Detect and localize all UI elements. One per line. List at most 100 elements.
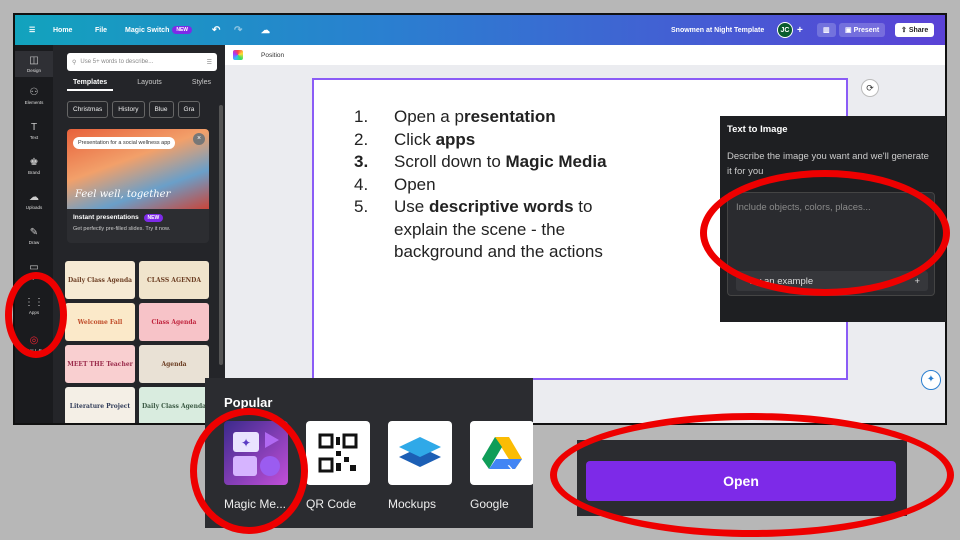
rail-label: Uploads [25, 205, 43, 210]
present-label: Present [853, 27, 880, 34]
promo-prompt: Presentation for a social wellness app [73, 137, 176, 149]
list-item: 2. Click apps [354, 129, 644, 152]
popular-heading: Popular [224, 395, 273, 410]
list-item: 3. Scroll down to Magic Media [354, 151, 644, 174]
rail-item-design[interactable]: ◫ Design [15, 51, 53, 77]
menu-icon[interactable]: ☰ [29, 15, 35, 45]
position-button[interactable]: Position [261, 52, 284, 59]
step-text: Scroll down to Magic Media [394, 152, 607, 171]
close-icon[interactable]: × [193, 133, 205, 145]
undo-icon[interactable]: ↶ [212, 15, 220, 45]
step-number: 5. [354, 197, 369, 216]
magic-switch-button[interactable]: Magic Switch NEW [125, 15, 193, 45]
home-link[interactable]: Home [53, 15, 72, 45]
chevron-right-icon[interactable]: › [507, 458, 513, 479]
template-thumb[interactable]: Daily Class Agenda [139, 387, 209, 423]
template-thumb[interactable]: Welcome Fall [65, 303, 135, 341]
magic-media-icon: ✦ [224, 421, 288, 485]
chip-christmas[interactable]: Christmas [67, 101, 109, 118]
rail-item-text[interactable]: T Text [15, 122, 53, 140]
rail-item-dalle[interactable]: ◎ DALL·E [15, 335, 53, 353]
rail-item-elements[interactable]: ⚇ Elements [15, 87, 53, 105]
template-thumb[interactable]: Literature Project [65, 387, 135, 423]
present-button[interactable]: ▣ Present [839, 23, 886, 37]
add-collaborator-icon[interactable]: + [797, 15, 803, 45]
text-icon: T [30, 122, 38, 133]
upload-icon: ☁ [29, 192, 39, 203]
redo-icon[interactable]: ↷ [234, 15, 242, 45]
rail-item-brand[interactable]: ♚ Brand [15, 157, 53, 175]
template-thumb[interactable]: CLASS AGENDA [139, 261, 209, 299]
search-placeholder: Use 5+ words to describe... [80, 59, 154, 65]
promo-image-text: Feel well, together [75, 189, 171, 200]
rail-item-apps[interactable]: ⋮⋮ Apps [15, 297, 53, 315]
share-label: Share [908, 27, 929, 34]
template-thumb[interactable]: Class Agenda [139, 303, 209, 341]
step-text: Use descriptive words to explain the sce… [394, 197, 603, 261]
new-badge: NEW [143, 214, 164, 222]
step-text: Click apps [394, 129, 476, 149]
popular-apps-panel: Popular ✦ Magic Me... QR Code Mockups Go… [205, 378, 533, 528]
tab-styles[interactable]: Styles [186, 79, 217, 91]
template-grid: Daily Class Agenda CLASS AGENDA Welcome … [65, 261, 211, 423]
try-example-button[interactable]: Try an example + [736, 271, 928, 291]
chip-gra[interactable]: Gra [177, 101, 201, 118]
document-title[interactable]: Snowmen at Night Template [671, 15, 764, 45]
promo-title-text: Instant presentations [73, 214, 139, 221]
mockups-icon [388, 421, 452, 485]
analytics-icon[interactable]: ▥ [817, 23, 836, 37]
instant-presentations-promo[interactable]: Presentation for a social wellness app ×… [67, 129, 209, 243]
app-mockups[interactable]: Mockups [388, 421, 456, 511]
template-thumb[interactable]: Agenda [139, 345, 209, 383]
top-bar: ☰ Home File Magic Switch NEW ↶ ↷ ☁ Snowm… [15, 15, 945, 45]
tab-layouts[interactable]: Layouts [131, 79, 168, 91]
file-menu[interactable]: File [95, 15, 107, 45]
rail-label: Projects [25, 275, 43, 280]
open-button[interactable]: Open [586, 461, 896, 501]
try-example-label: Try an example [748, 275, 814, 287]
dalle-icon: ◎ [29, 335, 39, 346]
rail-item-projects[interactable]: ▭ Projects [15, 262, 53, 280]
app-label: Magic Me... [224, 497, 287, 511]
text-to-image-panel: Text to Image Describe the image you wan… [720, 116, 946, 322]
rail-label: Elements [24, 100, 44, 105]
rail-label: Brand [27, 170, 40, 175]
share-wrap: ⇧ Share [895, 15, 935, 45]
rail-label: Text [29, 135, 39, 140]
app-google-drive[interactable]: Google [470, 421, 533, 511]
tab-templates[interactable]: Templates [67, 79, 114, 91]
step-text: Open [394, 174, 436, 194]
comment-icon[interactable]: ⟳ [861, 79, 879, 97]
share-button[interactable]: ⇧ Share [895, 23, 935, 37]
context-toolbar: Position [225, 45, 945, 65]
chip-history[interactable]: History [112, 101, 145, 118]
filter-icon[interactable]: ☰ [207, 59, 212, 66]
shapes-icon: ⚇ [29, 87, 39, 98]
app-qr-code[interactable]: QR Code [306, 421, 374, 511]
template-thumb[interactable]: MEET THE Teacher [65, 345, 135, 383]
analytics-wrap: ▥ [817, 15, 836, 45]
step-text: Open a presentation [394, 107, 556, 126]
draw-icon: ✎ [29, 227, 39, 238]
qr-code-icon [306, 421, 370, 485]
magic-switch-label: Magic Switch [125, 26, 170, 34]
template-thumb[interactable]: Daily Class Agenda [65, 261, 135, 299]
chip-blue[interactable]: Blue [148, 101, 174, 118]
step-number: 4. [354, 174, 369, 194]
app-magic-media[interactable]: ✦ Magic Me... [224, 421, 292, 511]
rail-label: Design [26, 68, 41, 73]
rail-label: Draw [28, 240, 40, 245]
panel-scrollbar[interactable] [219, 105, 223, 365]
new-badge: NEW [172, 26, 193, 34]
template-search-input[interactable]: ⚲ Use 5+ words to describe... ☰ [67, 53, 217, 71]
color-picker-icon[interactable] [233, 50, 243, 60]
panel-title: Text to Image [727, 124, 788, 135]
prompt-textarea[interactable]: Include objects, colors, places... Try a… [727, 192, 935, 296]
rail-item-uploads[interactable]: ☁ Uploads [15, 192, 53, 210]
avatar[interactable]: JC [777, 22, 793, 38]
magic-assist-icon[interactable]: ✦ [921, 370, 941, 390]
app-label: QR Code [306, 497, 357, 511]
cloud-save-icon[interactable]: ☁ [261, 15, 270, 45]
templates-panel: ⚲ Use 5+ words to describe... ☰ Template… [53, 45, 225, 423]
rail-item-draw[interactable]: ✎ Draw [15, 227, 53, 245]
